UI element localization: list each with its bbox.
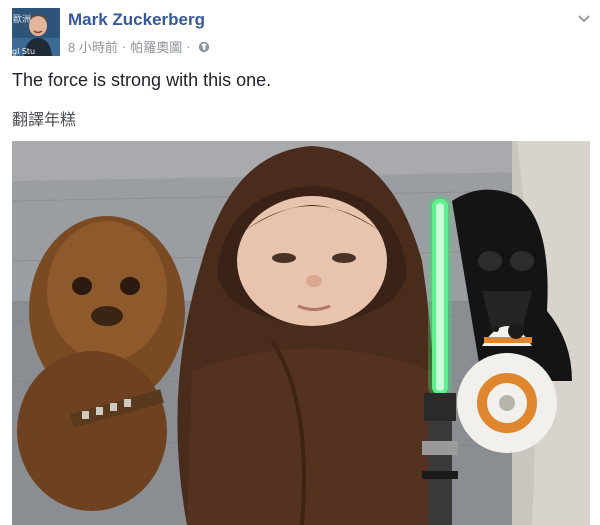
post-meta: 8 小時前 · 帕羅奧圖 ·	[68, 37, 210, 56]
facebook-post: 歐洲 gl Stu Mark Zuckerberg 8 小時前 · 帕羅奧圖 ·…	[0, 0, 600, 525]
baby-jedi-photo	[12, 141, 590, 525]
globe-icon[interactable]	[198, 41, 210, 53]
meta-separator: ·	[186, 39, 191, 54]
author-name[interactable]: Mark Zuckerberg	[68, 10, 205, 30]
post-timestamp[interactable]: 8 小時前	[68, 37, 118, 56]
post-text: The force is strong with this one.	[12, 70, 272, 90]
translate-link[interactable]: 翻譯年糕	[12, 106, 76, 130]
avatar-badge-top: 歐洲	[13, 13, 31, 25]
post-photo[interactable]	[12, 141, 590, 525]
post-location[interactable]: 帕羅奧圖	[130, 37, 182, 56]
chevron-down-icon[interactable]	[576, 10, 592, 26]
avatar-badge-bottom: gl Stu	[12, 47, 35, 56]
meta-separator: ·	[121, 39, 127, 54]
avatar[interactable]: 歐洲 gl Stu	[12, 8, 60, 56]
avatar-image: 歐洲 gl Stu	[12, 8, 60, 56]
